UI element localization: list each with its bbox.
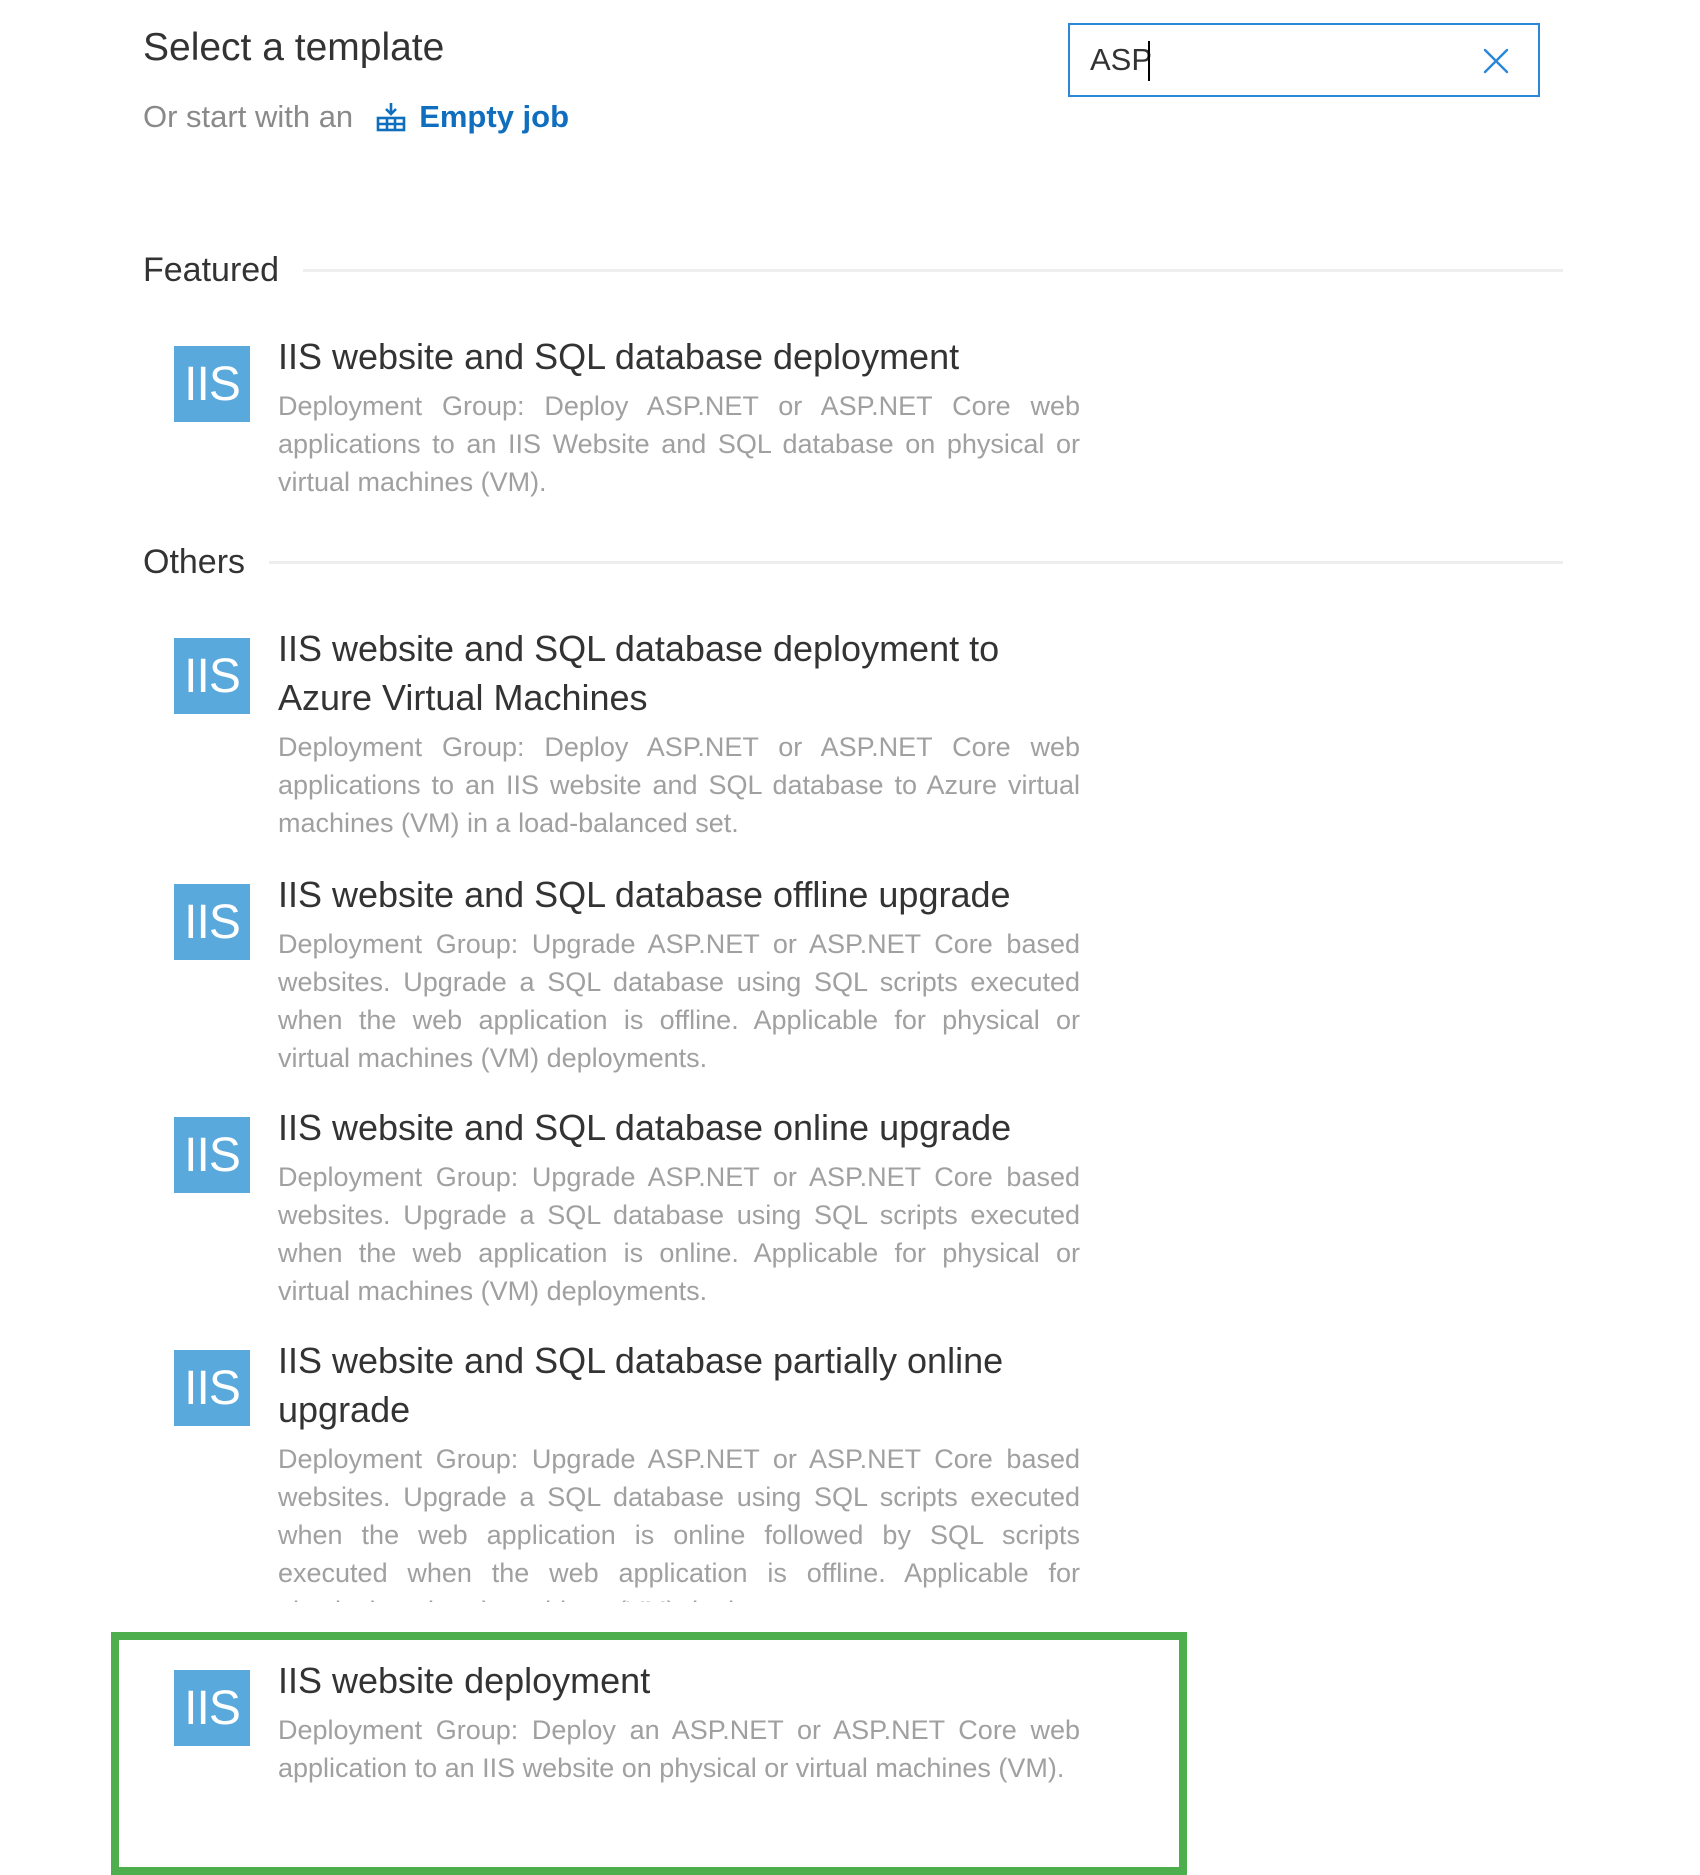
template-body: IIS website and SQL database partially o… xyxy=(278,1336,1080,1602)
section-divider xyxy=(303,268,1563,272)
empty-job-icon xyxy=(376,103,406,132)
clear-search-button[interactable] xyxy=(1474,39,1518,83)
template-body: IIS website and SQL database offline upg… xyxy=(278,870,1080,1077)
empty-job-link[interactable]: Empty job xyxy=(375,99,569,135)
empty-job-label: Empty job xyxy=(419,99,570,134)
text-caret xyxy=(1148,41,1150,81)
iis-icon: IIS xyxy=(174,1670,250,1746)
template-description: Deployment Group: Upgrade ASP.NET or ASP… xyxy=(278,1444,1080,1602)
section-header-featured: Featured xyxy=(143,248,1563,292)
page-title: Select a template xyxy=(143,26,445,69)
iis-icon: IIS xyxy=(174,884,250,960)
template-description: Deployment Group: Upgrade ASP.NET or ASP… xyxy=(278,929,1080,1073)
iis-icon: IIS xyxy=(174,1117,250,1193)
search-box xyxy=(1068,23,1540,97)
section-header-others: Others xyxy=(143,540,1563,584)
template-body: IIS website deployment Deployment Group:… xyxy=(278,1656,1080,1787)
start-text: Or start with an xyxy=(143,99,354,134)
close-icon xyxy=(1483,48,1509,74)
section-label: Featured xyxy=(143,250,280,289)
template-title: IIS website and SQL database offline upg… xyxy=(278,874,1011,915)
template-description: Deployment Group: Deploy an ASP.NET or A… xyxy=(278,1715,1080,1783)
iis-icon: IIS xyxy=(174,1350,250,1426)
template-title: IIS website and SQL database partially o… xyxy=(278,1340,1004,1430)
template-description: Deployment Group: Deploy ASP.NET or ASP.… xyxy=(278,732,1080,838)
iis-icon: IIS xyxy=(174,638,250,714)
template-title: IIS website deployment xyxy=(278,1660,651,1701)
section-divider xyxy=(269,560,1563,564)
template-body: IIS website and SQL database deployment … xyxy=(278,332,1080,501)
template-title: IIS website and SQL database deployment … xyxy=(278,628,1000,718)
template-title: IIS website and SQL database deployment xyxy=(278,336,960,377)
iis-icon: IIS xyxy=(174,346,250,422)
template-body: IIS website and SQL database deployment … xyxy=(278,624,1080,842)
search-input[interactable] xyxy=(1090,35,1450,85)
template-description: Deployment Group: Deploy ASP.NET or ASP.… xyxy=(278,391,1080,497)
template-title: IIS website and SQL database online upgr… xyxy=(278,1107,1012,1148)
section-label: Others xyxy=(143,542,246,581)
template-description: Deployment Group: Upgrade ASP.NET or ASP… xyxy=(278,1162,1080,1306)
template-body: IIS website and SQL database online upgr… xyxy=(278,1103,1080,1310)
start-row: Or start with an Empty job xyxy=(143,95,569,139)
